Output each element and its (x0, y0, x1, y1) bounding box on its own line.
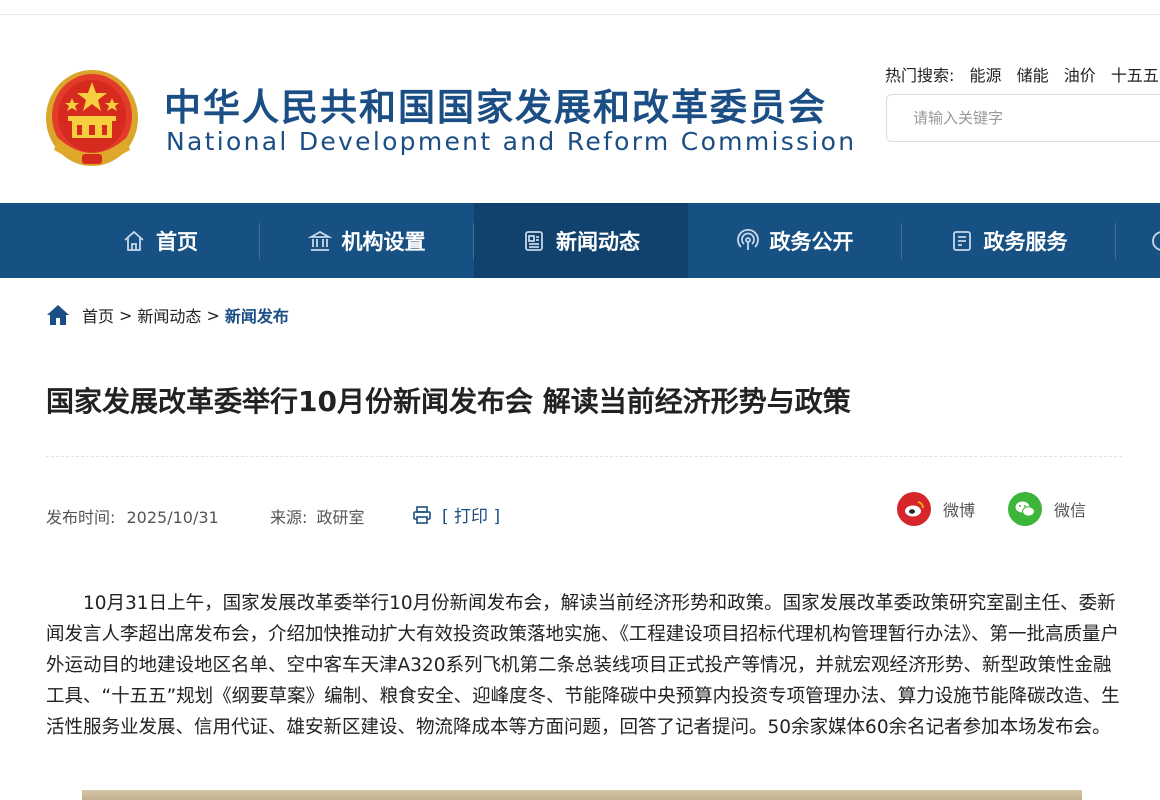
nav-item-home[interactable]: 首页 (62, 203, 258, 278)
weibo-icon (897, 492, 931, 526)
share-weibo-label: 微博 (943, 501, 976, 520)
publish-date: 2025/10/31 (126, 508, 219, 527)
nav-item-institution[interactable]: 机构设置 (260, 203, 473, 278)
home-icon (124, 230, 144, 251)
printer-icon (413, 505, 431, 524)
national-emblem-icon (46, 70, 138, 166)
site-title-en: National Development and Reform Commissi… (166, 127, 857, 156)
main-nav: 首页 机构设置 新闻动态 政务公开 政务服务 (0, 203, 1160, 278)
breadcrumb-home-link[interactable]: 首页 (82, 303, 114, 327)
article-title: 国家发展改革委举行10月份新闻发布会 解读当前经济形势与政策 (46, 385, 851, 418)
source-value: 政研室 (316, 508, 365, 527)
breadcrumb-current-link[interactable]: 新闻发布 (225, 303, 289, 327)
search-input[interactable] (886, 94, 1160, 142)
home-icon[interactable] (46, 304, 70, 326)
share-weibo-button[interactable]: 微博 (897, 492, 975, 526)
breadcrumb: 首页 > 新闻动态 > 新闻发布 (46, 303, 289, 327)
top-divider (0, 14, 1160, 15)
print-button[interactable]: [ 打印 ] (412, 502, 500, 527)
hot-search: 热门搜索: 能源 储能 油价 十五五 (885, 62, 1159, 86)
nav-item-label: 新闻动态 (556, 229, 640, 254)
source-label: 来源: (270, 508, 308, 527)
broadcast-icon (736, 228, 759, 250)
nav-divider (1115, 223, 1116, 259)
print-label: [ 打印 ] (442, 507, 501, 527)
nav-item-news[interactable]: 新闻动态 (474, 203, 688, 278)
site-title-cn: 中华人民共和国国家发展和改革委员会 (164, 86, 827, 129)
wechat-icon (1008, 492, 1042, 526)
nav-item-label: 首页 (156, 229, 198, 254)
source: 来源: 政研室 (270, 504, 365, 528)
share-wechat-button[interactable]: 微信 (1008, 492, 1086, 526)
hot-keyword-link[interactable]: 油价 (1064, 66, 1096, 85)
publish-time: 发布时间: 2025/10/31 (46, 504, 219, 528)
hot-keyword-link[interactable]: 能源 (970, 66, 1002, 85)
hot-keyword-link[interactable]: 十五五 (1111, 66, 1159, 85)
nav-item-services[interactable]: 政务服务 (902, 203, 1115, 278)
hot-search-label: 热门搜索: (885, 66, 955, 85)
institution-icon (307, 230, 332, 251)
publish-label: 发布时间: (46, 508, 116, 527)
breadcrumb-separator: > (119, 305, 133, 325)
article-photo (82, 790, 1082, 800)
news-icon (525, 230, 543, 251)
article-body: 10月31日上午，国家发展改革委举行10月份新闻发布会，解读当前经济形势和政策。… (46, 593, 1120, 738)
title-divider (46, 456, 1122, 457)
breadcrumb-news-link[interactable]: 新闻动态 (137, 303, 201, 327)
nav-item-public-affairs[interactable]: 政务公开 (688, 203, 901, 278)
more-nav-icon[interactable] (1150, 229, 1160, 253)
nav-item-label: 政务服务 (983, 229, 1068, 254)
share-wechat-label: 微信 (1054, 501, 1087, 520)
service-icon (952, 230, 971, 251)
hot-keyword-link[interactable]: 储能 (1017, 66, 1049, 85)
nav-item-label: 机构设置 (341, 229, 426, 254)
breadcrumb-separator: > (206, 305, 220, 325)
nav-item-label: 政务公开 (769, 229, 854, 254)
